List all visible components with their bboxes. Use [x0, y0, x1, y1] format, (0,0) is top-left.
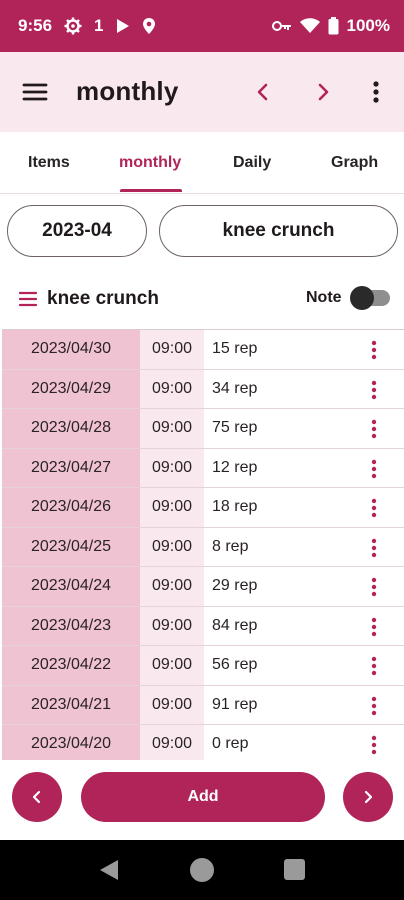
record-row[interactable]: 2023/04/28 09:00 75 rep	[2, 409, 404, 449]
record-value: 8 rep	[212, 537, 249, 555]
record-date: 2023/04/30	[2, 330, 140, 369]
record-date: 2023/04/21	[2, 685, 140, 724]
record-date: 2023/04/24	[2, 567, 140, 606]
record-value: 18 rep	[212, 498, 258, 516]
record-value: 0 rep	[212, 735, 249, 753]
next-button[interactable]	[343, 772, 393, 822]
key-icon	[271, 20, 292, 32]
notification-count: 1	[94, 16, 104, 35]
settings-gear-icon	[64, 17, 82, 35]
app-bar: monthly	[0, 52, 404, 132]
add-button[interactable]: Add	[81, 772, 325, 822]
record-time: 09:00	[140, 527, 204, 566]
home-circle-icon[interactable]	[190, 858, 214, 882]
more-vert-icon[interactable]	[364, 338, 384, 362]
more-vert-icon[interactable]	[364, 457, 384, 481]
record-row[interactable]: 2023/04/25 09:00 8 rep	[2, 527, 404, 567]
record-row[interactable]: 2023/04/29 09:00 34 rep	[2, 369, 404, 409]
record-row[interactable]: 2023/04/22 09:00 56 rep	[2, 646, 404, 686]
wifi-icon	[299, 18, 320, 34]
recents-square-icon[interactable]	[284, 859, 305, 880]
record-time: 09:00	[140, 369, 204, 408]
record-row[interactable]: 2023/04/20 09:00 0 rep	[2, 725, 404, 760]
records-table: 2023/04/30 09:00 15 rep 2023/04/29 09:00 34 r…	[2, 329, 404, 760]
item-selector-button[interactable]: knee crunch	[159, 205, 398, 257]
tab-graph[interactable]: Graph	[331, 154, 378, 172]
active-tab-indicator	[120, 189, 182, 192]
record-time: 09:00	[140, 567, 204, 606]
record-time: 09:00	[140, 606, 204, 645]
status-bar: 9:56 1 100%	[0, 0, 404, 52]
toggle-thumb	[350, 286, 374, 310]
record-row[interactable]: 2023/04/27 09:00 12 rep	[2, 448, 404, 488]
more-vert-icon[interactable]	[364, 694, 384, 718]
record-date: 2023/04/29	[2, 369, 140, 408]
more-vert-icon[interactable]	[364, 615, 384, 639]
battery-icon	[328, 17, 339, 35]
record-value: 91 rep	[212, 695, 258, 713]
more-vert-icon[interactable]	[364, 536, 384, 560]
previous-button[interactable]	[12, 772, 62, 822]
status-time: 9:56	[18, 16, 53, 35]
record-row[interactable]: 2023/04/23 09:00 84 rep	[2, 606, 404, 646]
more-vert-icon[interactable]	[364, 654, 384, 678]
record-time: 09:00	[140, 488, 204, 527]
record-value: 12 rep	[212, 458, 258, 476]
record-time: 09:00	[140, 646, 204, 685]
record-row[interactable]: 2023/04/26 09:00 18 rep	[2, 488, 404, 528]
record-row[interactable]: 2023/04/21 09:00 91 rep	[2, 685, 404, 725]
record-date: 2023/04/28	[2, 409, 140, 448]
play-icon	[116, 18, 130, 34]
more-vert-icon[interactable]	[364, 378, 384, 402]
tab-monthly[interactable]: monthly	[119, 154, 181, 172]
record-value: 75 rep	[212, 419, 258, 437]
chevron-left-icon[interactable]	[250, 78, 276, 106]
month-selector-button[interactable]: 2023-04	[7, 205, 147, 257]
record-value: 15 rep	[212, 340, 258, 358]
battery-percent: 100%	[346, 16, 390, 35]
record-time: 09:00	[140, 330, 204, 369]
record-date: 2023/04/25	[2, 527, 140, 566]
chevron-left-icon	[32, 790, 41, 804]
item-header: knee crunch Note	[0, 280, 404, 320]
note-label: Note	[306, 289, 342, 306]
record-row[interactable]: 2023/04/24 09:00 29 rep	[2, 567, 404, 607]
system-nav-bar	[0, 840, 404, 900]
page-title: monthly	[76, 76, 179, 106]
tab-bar: Items monthly Daily Graph	[0, 132, 404, 194]
note-toggle[interactable]	[350, 286, 392, 310]
more-vert-icon[interactable]	[364, 575, 384, 599]
chevron-right-icon[interactable]	[310, 78, 336, 106]
menu-icon[interactable]	[20, 78, 52, 106]
more-vert-icon[interactable]	[364, 78, 388, 106]
record-value: 34 rep	[212, 379, 258, 397]
record-date: 2023/04/23	[2, 606, 140, 645]
bottom-action-bar: Add	[0, 760, 404, 840]
record-date: 2023/04/22	[2, 646, 140, 685]
record-date: 2023/04/27	[2, 448, 140, 487]
chevron-right-icon	[364, 790, 373, 804]
record-value: 29 rep	[212, 577, 258, 595]
more-vert-icon[interactable]	[364, 733, 384, 757]
more-vert-icon[interactable]	[364, 417, 384, 441]
record-value: 56 rep	[212, 656, 258, 674]
record-date: 2023/04/26	[2, 488, 140, 527]
record-time: 09:00	[140, 685, 204, 724]
item-name: knee crunch	[47, 288, 159, 309]
record-time: 09:00	[140, 725, 204, 760]
back-triangle-icon[interactable]	[98, 858, 120, 887]
tab-items[interactable]: Items	[28, 154, 70, 172]
location-pin-icon	[142, 17, 156, 35]
drag-handle-icon[interactable]	[18, 291, 38, 307]
record-time: 09:00	[140, 448, 204, 487]
record-row[interactable]: 2023/04/30 09:00 15 rep	[2, 330, 404, 370]
more-vert-icon[interactable]	[364, 496, 384, 520]
record-value: 84 rep	[212, 616, 258, 634]
record-time: 09:00	[140, 409, 204, 448]
record-date: 2023/04/20	[2, 725, 140, 760]
tab-daily[interactable]: Daily	[233, 154, 271, 172]
